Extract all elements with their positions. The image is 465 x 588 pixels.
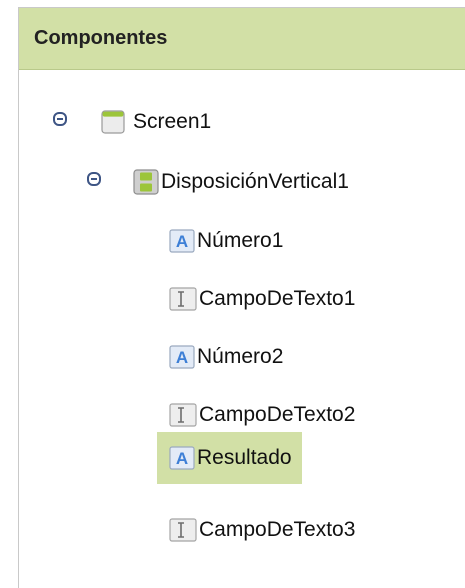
screen-icon: [101, 110, 125, 134]
textbox-icon: [169, 403, 197, 427]
tree-item-label: CampoDeTexto3: [199, 518, 356, 541]
collapse-screen-toggle[interactable]: [53, 112, 67, 126]
textbox-icon: [169, 287, 197, 311]
components-panel: Componentes Screen1 DisposiciónVertical1…: [18, 7, 465, 588]
tree-item-resultado[interactable]: A Resultado: [157, 432, 302, 484]
svg-text:A: A: [176, 232, 188, 251]
tree-item-label: CampoDeTexto2: [199, 403, 356, 426]
tree-item-numero2[interactable]: A Número2: [169, 337, 283, 377]
tree-item-label: CampoDeTexto1: [199, 287, 356, 310]
tree-item-label: DisposiciónVertical1: [161, 170, 349, 193]
collapse-arrangement-toggle[interactable]: [87, 172, 101, 186]
tree-item-screen[interactable]: Screen1: [101, 102, 211, 142]
tree-item-label: Número2: [197, 345, 284, 368]
tree-item-campodetexto1[interactable]: CampoDeTexto1: [169, 279, 355, 319]
tree-item-label: Resultado: [197, 446, 292, 469]
tree-item-label: Número1: [197, 229, 284, 252]
label-icon: A: [169, 345, 195, 369]
tree-item-campodetexto3[interactable]: CampoDeTexto3: [169, 510, 355, 550]
label-icon: A: [169, 229, 195, 253]
tree-item-arrangement[interactable]: DisposiciónVertical1: [133, 162, 349, 202]
tree-item-campodetexto2[interactable]: CampoDeTexto2: [169, 395, 355, 435]
vertical-arrangement-icon: [133, 169, 159, 195]
tree-item-numero1[interactable]: A Número1: [169, 221, 283, 261]
tree-item-label: Screen1: [133, 110, 212, 133]
label-icon: A: [169, 446, 195, 470]
textbox-icon: [169, 518, 197, 542]
svg-text:A: A: [176, 348, 188, 367]
svg-text:A: A: [176, 449, 188, 468]
panel-title: Componentes: [19, 8, 465, 70]
